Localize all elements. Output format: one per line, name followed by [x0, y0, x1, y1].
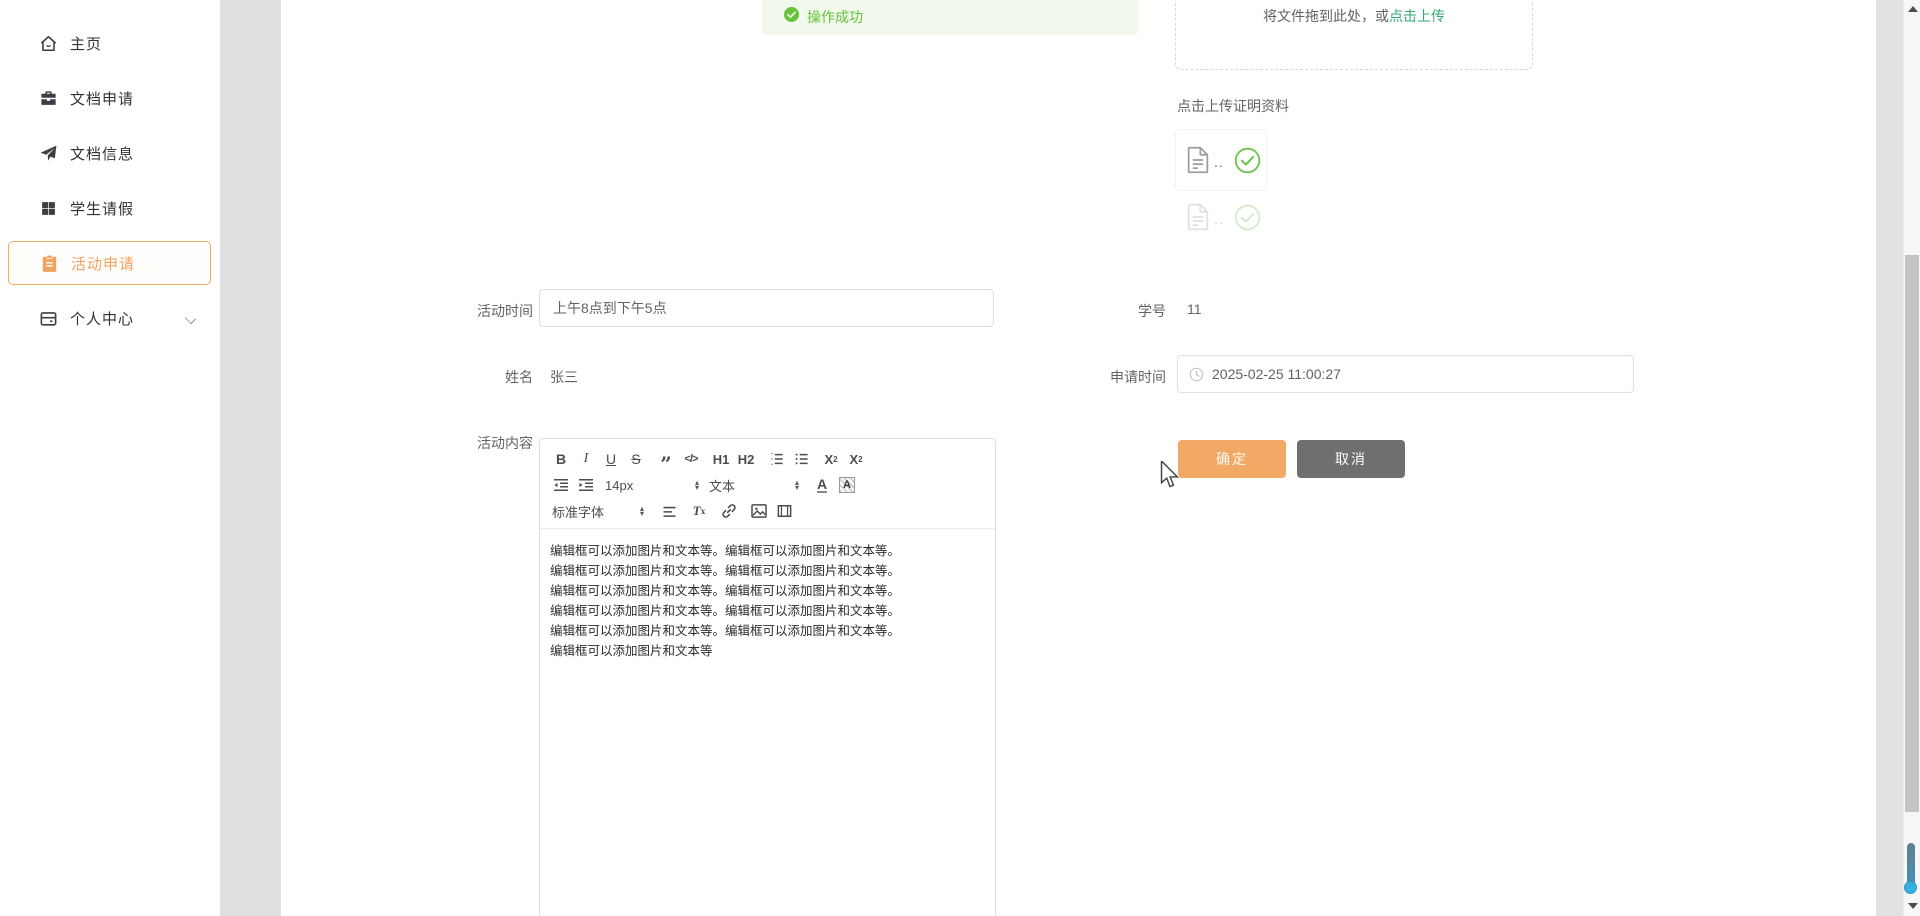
home-icon — [38, 33, 58, 53]
document-icon — [1185, 146, 1211, 179]
unordered-list-icon[interactable] — [790, 448, 812, 470]
sidebar-item-home[interactable]: 主页 — [0, 23, 220, 63]
name-value: 张三 — [550, 369, 578, 385]
stepper-arrows-icon: ▴ ▾ — [794, 478, 799, 492]
scrollbar-thumb[interactable] — [1905, 255, 1919, 812]
sidebar-item-doc-info[interactable]: 文档信息 — [0, 133, 220, 173]
video-icon[interactable] — [773, 500, 795, 522]
file-name: .. — [1214, 211, 1224, 227]
text-type-value: 文本 — [709, 478, 736, 494]
blockquote-icon[interactable]: ” — [655, 448, 677, 474]
alert-message: 操作成功 — [807, 9, 863, 25]
dropzone-hint: 将文件拖到此处，或点击上传 — [1176, 6, 1532, 26]
editor-toolbar: B I U S ” </> H1 H2 X2 X2 14px ▴ ▾ 文本 ▴ … — [540, 439, 995, 529]
cancel-button[interactable]: 取消 — [1297, 440, 1405, 478]
sidebar-item-label: 个人中心 — [70, 310, 135, 328]
activity-time-label: 活动时间 — [477, 303, 533, 319]
text-type-select[interactable]: 文本 ▴ ▾ — [709, 474, 799, 496]
page-gutter — [1876, 0, 1903, 916]
highlight-button[interactable]: A — [836, 474, 858, 496]
superscript-button[interactable]: X2 — [845, 448, 867, 470]
stepper-arrows-icon: ▴ ▾ — [694, 478, 699, 492]
name-label: 姓名 — [505, 369, 533, 385]
outdent-icon[interactable] — [550, 474, 572, 496]
font-size-value: 14px — [605, 477, 634, 493]
link-icon[interactable] — [718, 500, 740, 522]
sidebar-item-label: 文档信息 — [70, 145, 135, 163]
sidebar-item-label: 活动申请 — [71, 255, 136, 273]
sidebar-item-activity-apply[interactable]: 活动申请 — [8, 241, 211, 285]
scroll-up-arrow-icon[interactable] — [1908, 6, 1918, 12]
apply-time-value: 2025-02-25 11:00:27 — [1212, 366, 1341, 382]
sidebar: 主页 文档申请 文档信息 学生请假 活动申请 个人中心 — [0, 0, 220, 916]
upload-success-icon — [1234, 147, 1261, 179]
editor-content[interactable]: 编辑框可以添加图片和文本等。编辑框可以添加图片和文本等。编辑框可以添加图片和文本… — [540, 529, 995, 673]
font-family-value: 标准字体 — [552, 504, 605, 520]
upload-section-label: 点击上传证明资料 — [1177, 98, 1289, 114]
confirm-button[interactable]: 确定 — [1178, 440, 1286, 478]
sidebar-item-label: 主页 — [70, 35, 103, 53]
dropzone-hint-text: 将文件拖到此处，或 — [1263, 8, 1389, 24]
code-icon[interactable]: </> — [680, 448, 702, 470]
wallet-icon — [38, 308, 58, 328]
upload-link[interactable]: 点击上传 — [1389, 8, 1445, 24]
subscript-button[interactable]: X2 — [820, 448, 842, 470]
font-color-button[interactable]: A — [811, 474, 833, 496]
apply-time-label: 申请时间 — [1110, 369, 1166, 385]
upload-success-icon — [1234, 204, 1261, 236]
slider-knob[interactable] — [1904, 881, 1917, 894]
main-content: 操作成功 将文件拖到此处，或点击上传 点击上传证明资料 .. .. 活动时间 上… — [281, 0, 1876, 916]
file-name: .. — [1214, 154, 1224, 170]
send-icon — [38, 143, 58, 163]
mouse-cursor — [1160, 459, 1180, 495]
clipboard-icon — [39, 253, 59, 273]
uploaded-file-item[interactable]: .. — [1175, 192, 1267, 248]
sidebar-item-label: 文档申请 — [70, 90, 135, 108]
uploaded-file-item[interactable]: .. — [1175, 129, 1267, 191]
rich-text-editor: B I U S ” </> H1 H2 X2 X2 14px ▴ ▾ 文本 ▴ … — [539, 438, 996, 916]
student-id-label: 学号 — [1138, 303, 1166, 319]
sidebar-item-student-leave[interactable]: 学生请假 — [0, 188, 220, 228]
bold-button[interactable]: B — [550, 448, 572, 470]
sidebar-item-doc-apply[interactable]: 文档申请 — [0, 78, 220, 118]
indent-icon[interactable] — [575, 474, 597, 496]
success-check-icon — [784, 7, 799, 27]
activity-time-input[interactable]: 上午8点到下午5点 — [539, 289, 994, 327]
vertical-scrollbar[interactable] — [1903, 0, 1920, 916]
apply-time-input[interactable]: 2025-02-25 11:00:27 — [1177, 355, 1634, 393]
strikethrough-button[interactable]: S — [625, 448, 647, 470]
success-alert: 操作成功 — [762, 0, 1138, 35]
heading2-button[interactable]: H2 — [735, 448, 757, 470]
line-height-icon[interactable] — [658, 500, 680, 522]
clear-format-button[interactable]: Tx — [688, 500, 710, 522]
italic-button[interactable]: I — [575, 448, 597, 470]
editor-text: 编辑框可以添加图片和文本等。编辑框可以添加图片和文本等。编辑框可以添加图片和文本… — [550, 544, 901, 658]
student-id-value: 11 — [1187, 301, 1202, 317]
briefcase-icon — [38, 88, 58, 108]
font-family-select[interactable]: 标准字体 ▴ ▾ — [552, 500, 644, 522]
activity-content-label: 活动内容 — [477, 435, 533, 451]
image-icon[interactable] — [748, 500, 770, 522]
underline-button[interactable]: U — [600, 448, 622, 470]
font-size-select[interactable]: 14px ▴ ▾ — [605, 474, 699, 496]
stepper-arrows-icon: ▴ ▾ — [639, 504, 644, 518]
upload-dropzone[interactable]: 将文件拖到此处，或点击上传 — [1175, 0, 1533, 70]
blue-slider-widget[interactable] — [1904, 843, 1917, 901]
sidebar-item-personal-center[interactable]: 个人中心 — [0, 298, 220, 338]
clock-icon — [1178, 367, 1204, 382]
ordered-list-icon[interactable] — [765, 448, 787, 470]
app-root: 主页 文档申请 文档信息 学生请假 活动申请 个人中心 操作成功 将文件拖到此处… — [0, 0, 1920, 916]
grid-icon — [38, 198, 58, 218]
scroll-down-arrow-icon[interactable] — [1908, 903, 1918, 909]
sidebar-item-label: 学生请假 — [70, 200, 135, 218]
heading1-button[interactable]: H1 — [710, 448, 732, 470]
document-icon — [1185, 203, 1211, 236]
activity-time-value: 上午8点到下午5点 — [553, 300, 667, 316]
chevron-down-icon — [184, 312, 197, 325]
